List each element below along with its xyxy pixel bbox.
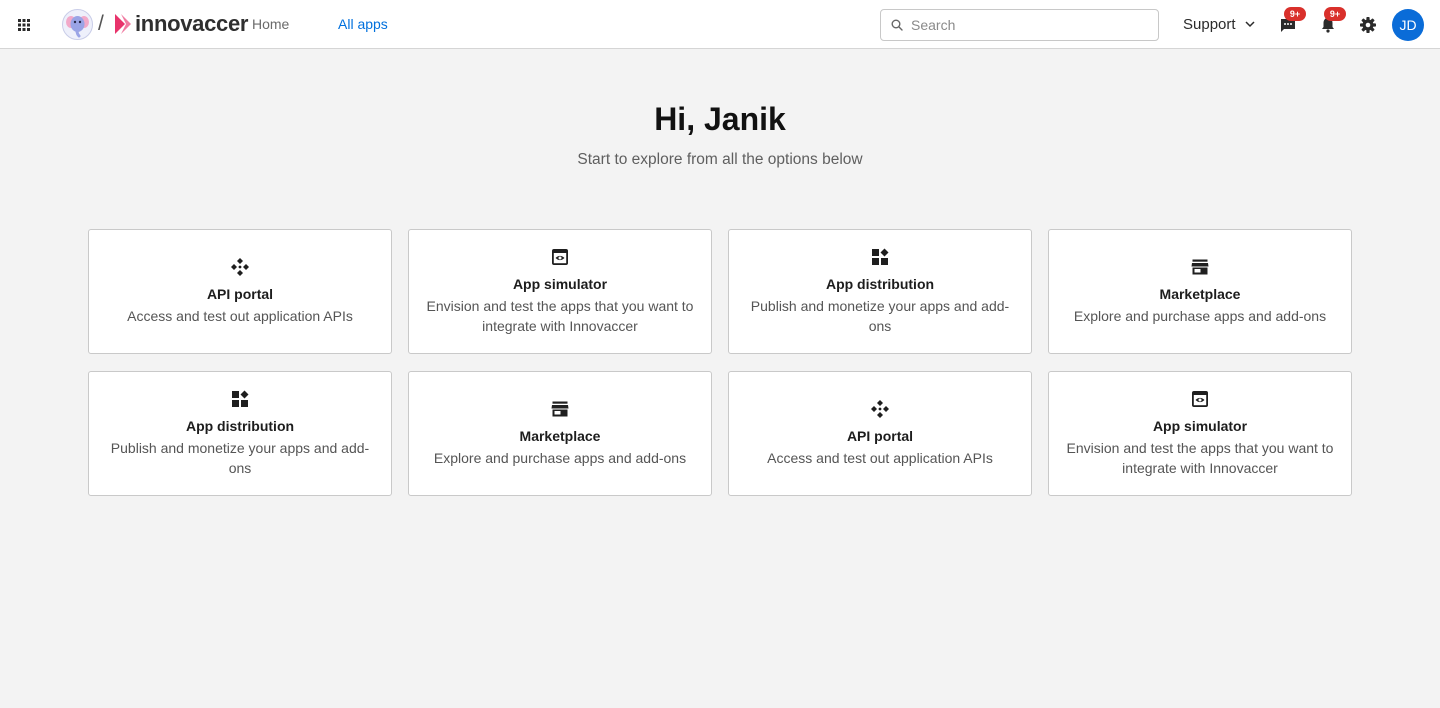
card-title: App distribution <box>185 418 295 434</box>
innovaccer-logo-icon <box>115 14 131 34</box>
settings-button[interactable] <box>1359 16 1377 34</box>
card-app-distribution[interactable]: App distribution Publish and monetize yo… <box>88 371 392 496</box>
app-simulator-icon <box>552 249 568 265</box>
breadcrumb-separator: / <box>98 12 104 35</box>
card-description: Access and test out application APIs <box>767 450 993 466</box>
card-title: App simulator <box>1152 418 1248 434</box>
gear-icon <box>1360 17 1376 33</box>
card-description: Explore and purchase apps and add-ons <box>433 450 687 466</box>
card-marketplace[interactable]: Marketplace Explore and purchase apps an… <box>408 371 712 496</box>
app-cards-grid: API portal Access and test out applicati… <box>88 229 1352 496</box>
search-box[interactable] <box>880 9 1159 41</box>
card-title: App simulator <box>512 276 608 292</box>
support-label: Support <box>1183 16 1236 33</box>
app-distribution-icon <box>232 390 249 407</box>
card-description: Envision and test the apps that you want… <box>1066 440 1334 476</box>
card-title: API portal <box>206 286 274 302</box>
search-icon <box>891 19 903 31</box>
card-title: Marketplace <box>1159 286 1241 302</box>
app-simulator-icon <box>1192 391 1208 407</box>
card-app-simulator[interactable]: App simulator Envision and test the apps… <box>1048 371 1352 496</box>
card-api-portal[interactable]: API portal Access and test out applicati… <box>728 371 1032 496</box>
marketplace-icon <box>1191 259 1209 275</box>
app-distribution-icon <box>872 248 889 265</box>
nav-home-link[interactable]: Home <box>252 16 289 32</box>
card-description: Access and test out application APIs <box>127 308 353 324</box>
notification-count-badge: 9+ <box>1324 7 1346 21</box>
card-marketplace[interactable]: Marketplace Explore and purchase apps an… <box>1048 229 1352 354</box>
search-input[interactable] <box>911 17 1141 33</box>
card-title: Marketplace <box>519 428 601 444</box>
card-description: Explore and purchase apps and add-ons <box>1073 308 1327 324</box>
top-navigation-bar: / innovaccer Home All apps Support 9+ <box>0 0 1440 49</box>
nav-all-apps-link[interactable]: All apps <box>338 16 388 32</box>
card-description: Publish and monetize your apps and add-o… <box>110 440 370 476</box>
marketplace-icon <box>551 401 569 417</box>
user-avatar[interactable]: JD <box>1392 9 1424 41</box>
card-api-portal[interactable]: API portal Access and test out applicati… <box>88 229 392 354</box>
card-app-simulator[interactable]: App simulator Envision and test the apps… <box>408 229 712 354</box>
apps-grid-icon[interactable] <box>14 15 34 35</box>
api-portal-icon <box>231 258 249 276</box>
chat-count-badge: 9+ <box>1284 7 1306 21</box>
greeting-heading: Hi, Janik <box>654 101 786 137</box>
support-dropdown[interactable]: Support <box>1183 16 1255 33</box>
card-description: Publish and monetize your apps and add-o… <box>750 298 1010 334</box>
greeting-subtitle: Start to explore from all the options be… <box>577 151 863 168</box>
brand-logo[interactable]: innovaccer <box>113 10 248 38</box>
elephant-mascot-icon[interactable] <box>62 9 93 40</box>
chevron-down-icon <box>1245 21 1255 28</box>
card-title: App distribution <box>825 276 935 292</box>
card-app-distribution[interactable]: App distribution Publish and monetize yo… <box>728 229 1032 354</box>
api-portal-icon <box>871 400 889 418</box>
card-description: Envision and test the apps that you want… <box>426 298 694 334</box>
brand-name: innovaccer <box>135 11 249 36</box>
card-title: API portal <box>846 428 914 444</box>
